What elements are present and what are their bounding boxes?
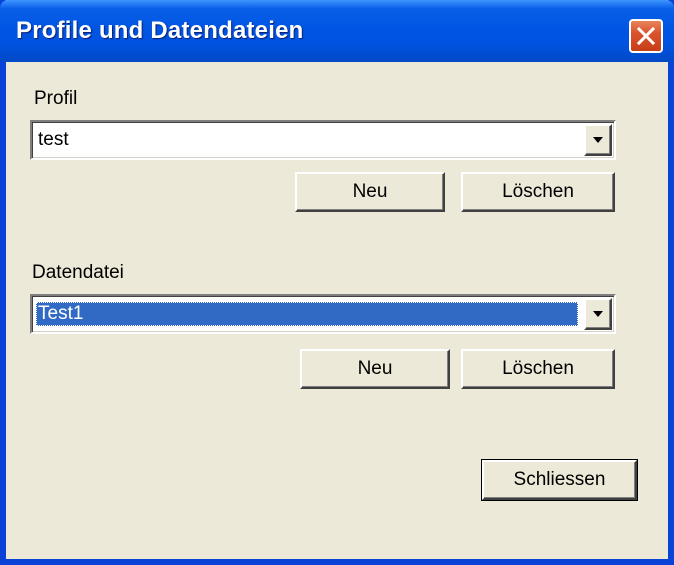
close-button[interactable] (629, 19, 663, 53)
dialog-window: Profile und Datendateien Profil test Neu… (0, 0, 674, 565)
datafile-selected-value: Test1 (36, 302, 578, 326)
datafile-delete-button[interactable]: Löschen (461, 349, 615, 389)
profile-new-button[interactable]: Neu (295, 172, 445, 212)
datafile-new-button[interactable]: Neu (300, 349, 450, 389)
window-title: Profile und Datendateien (16, 17, 304, 44)
profile-dropdown[interactable]: test (30, 120, 616, 160)
datafile-dropdown-button[interactable] (584, 298, 612, 330)
datafile-dropdown[interactable]: Test1 (30, 294, 616, 334)
chevron-down-icon (593, 311, 603, 317)
profile-delete-button[interactable]: Löschen (461, 172, 615, 212)
profile-dropdown-button[interactable] (584, 124, 612, 156)
profile-label: Profil (34, 88, 78, 109)
profile-selected-value: test (38, 129, 69, 150)
close-dialog-button[interactable]: Schliessen (481, 459, 638, 501)
datafile-label: Datendatei (32, 262, 124, 283)
chevron-down-icon (593, 137, 603, 143)
close-icon (636, 26, 656, 46)
title-bar[interactable]: Profile und Datendateien (0, 0, 674, 62)
